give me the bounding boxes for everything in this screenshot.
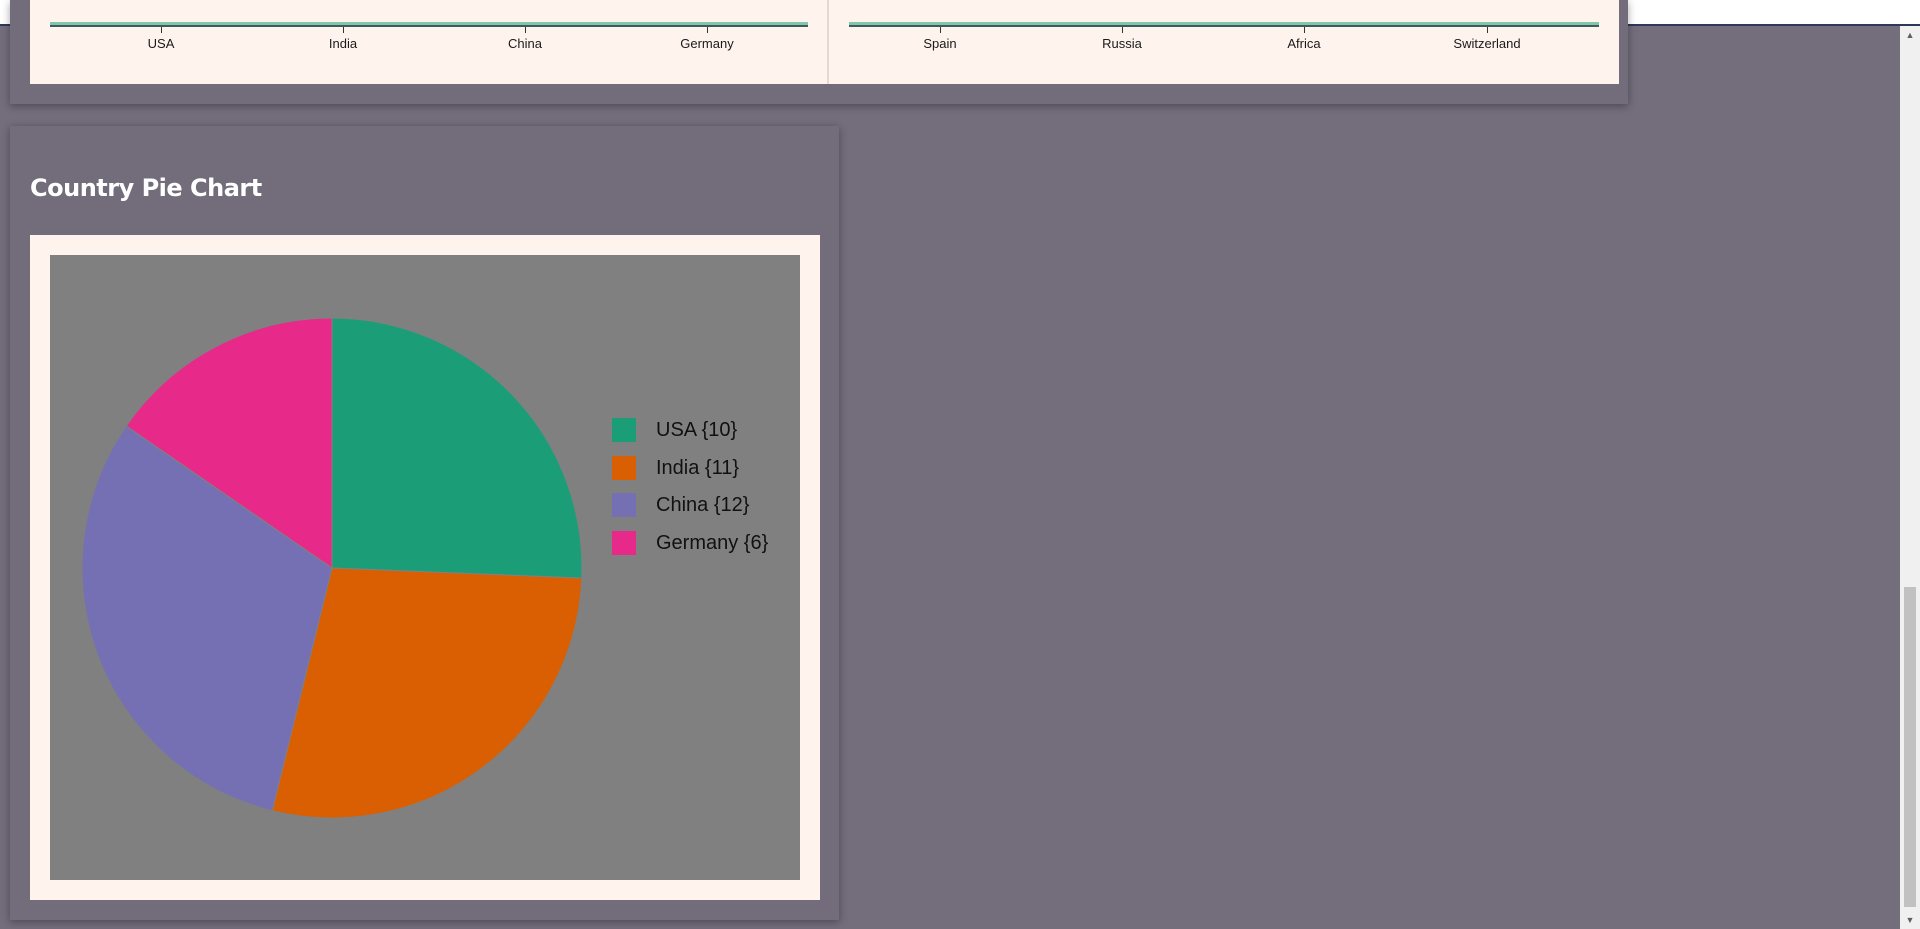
legend-label: India {11} <box>656 457 740 479</box>
legend-swatch <box>612 531 636 555</box>
x-tick-label-switzerland: Switzerland <box>1453 36 1521 51</box>
legend-label: Germany {6} <box>656 532 769 554</box>
bar-chart-card: USA India China Germany Spain Russia Afr… <box>10 0 1628 104</box>
x-tick-label-usa: USA <box>147 36 175 51</box>
pie-chart-frame: USA {10} India {11} China {12} Germany {6} <box>30 235 820 900</box>
legend-swatch <box>612 418 636 442</box>
x-tick <box>525 27 526 33</box>
x-tick-label-china: China <box>508 36 542 51</box>
x-tick <box>707 27 708 33</box>
legend-label: USA {10} <box>656 419 738 441</box>
pie-chart-canvas: USA {10} India {11} China {12} Germany {6} <box>50 255 800 880</box>
pie-chart-svg <box>81 317 583 819</box>
x-tick-label-russia: Russia <box>1102 36 1142 51</box>
x-tick-label-spain: Spain <box>923 36 957 51</box>
legend-swatch <box>612 493 636 517</box>
x-tick-label-africa: Africa <box>1287 36 1321 51</box>
x-tick <box>1304 27 1305 33</box>
scrollbar-thumb[interactable] <box>1904 587 1916 907</box>
x-tick <box>940 27 941 33</box>
scroll-down-arrow-icon[interactable]: ▼ <box>1900 911 1920 929</box>
legend-swatch <box>612 456 636 480</box>
x-tick <box>161 27 162 33</box>
bar-chart-panel-left: USA India China Germany <box>30 0 827 84</box>
scroll-up-arrow-icon[interactable]: ▲ <box>1900 26 1920 44</box>
x-tick <box>343 27 344 33</box>
x-tick-label-india: India <box>328 36 358 51</box>
bar-chart-panel-right: Spain Russia Africa Switzerland <box>829 0 1619 84</box>
vertical-scrollbar[interactable]: ▲ ▼ <box>1900 26 1920 929</box>
pie-chart-title: Country Pie Chart <box>30 174 262 202</box>
x-tick <box>1487 27 1488 33</box>
pie-slice-usa[interactable] <box>331 317 583 579</box>
pie-chart-card: Country Pie Chart USA {10} India {11} Chin… <box>10 126 839 920</box>
x-axis-line <box>50 22 808 27</box>
x-tick-label-germany: Germany <box>680 36 734 51</box>
legend-label: China {12} <box>656 494 750 516</box>
x-tick <box>1122 27 1123 33</box>
